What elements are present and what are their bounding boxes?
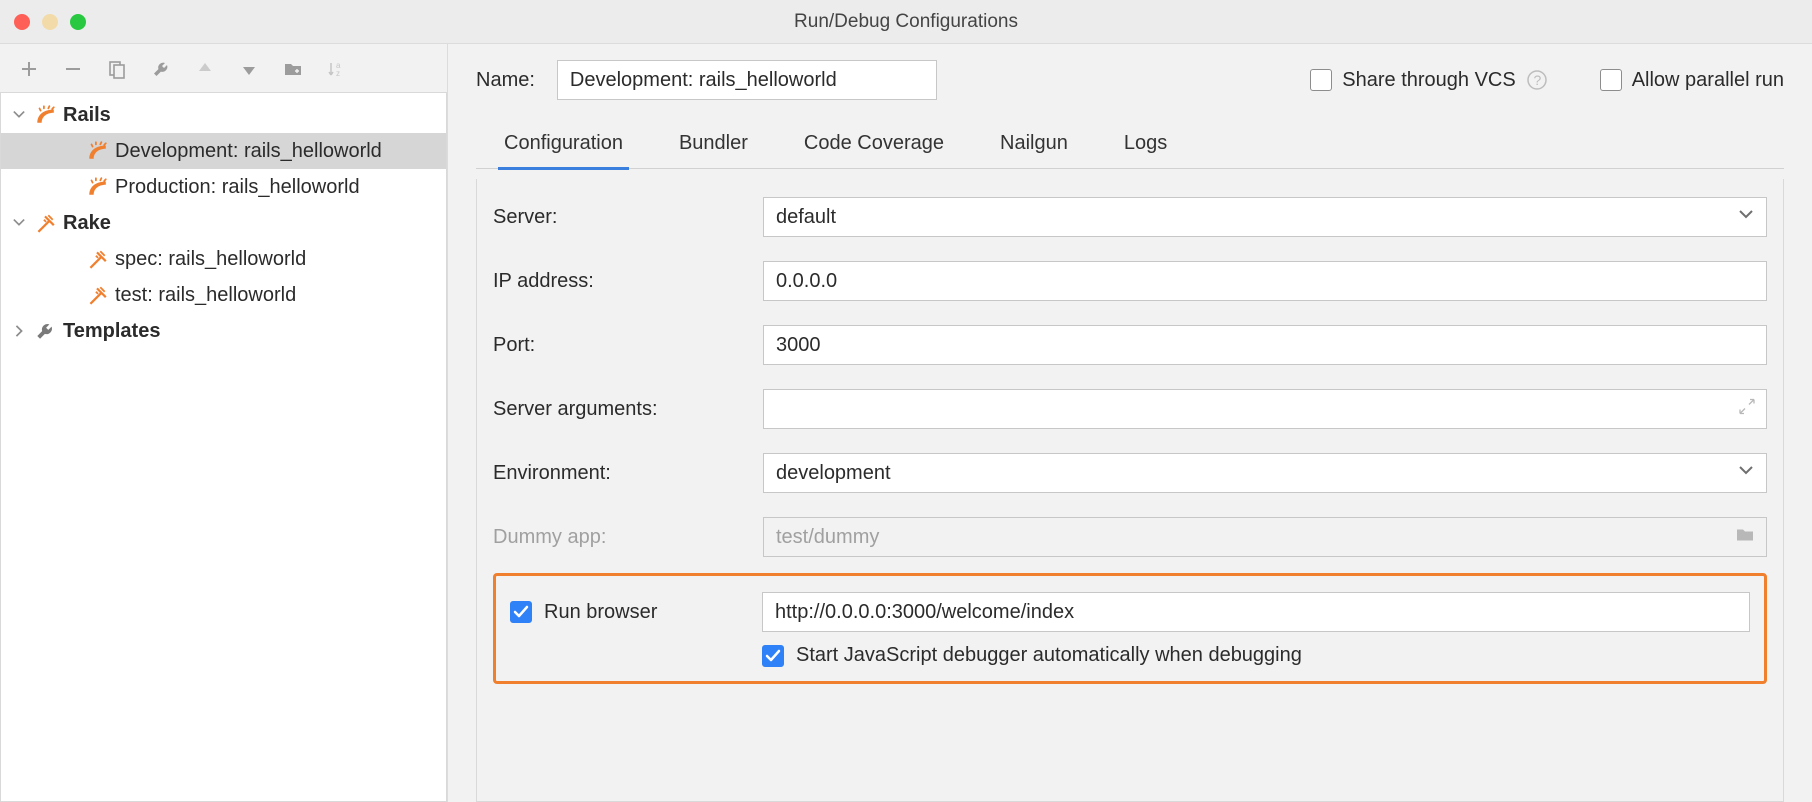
allow-parallel-checkbox[interactable]: Allow parallel run (1600, 69, 1784, 92)
tree-item[interactable]: Rake (1, 205, 446, 241)
port-input[interactable] (763, 325, 1767, 365)
add-config-button[interactable] (18, 58, 40, 80)
tree-item[interactable]: Development: rails_helloworld (1, 133, 446, 169)
server-args-label: Server arguments: (493, 398, 763, 421)
chevron-right-icon[interactable] (11, 325, 27, 337)
wrench-icon (33, 320, 57, 342)
tree-item-label: Templates (63, 320, 160, 343)
tab-bundler[interactable]: Bundler (673, 132, 754, 168)
share-vcs-checkbox[interactable]: Share through VCS (1310, 69, 1547, 92)
sort-button[interactable] (326, 58, 348, 80)
tree-item-label: spec: rails_helloworld (115, 248, 306, 271)
share-vcs-label: Share through VCS (1342, 69, 1515, 92)
rails-icon (85, 176, 109, 198)
allow-parallel-label: Allow parallel run (1632, 69, 1784, 92)
rails-icon (33, 104, 57, 126)
tree-item[interactable]: spec: rails_helloworld (1, 241, 446, 277)
name-label: Name: (476, 69, 535, 92)
folder-icon (1735, 525, 1755, 550)
tree-item[interactable]: Rails (1, 97, 446, 133)
js-debugger-checkbox[interactable] (762, 645, 784, 667)
run-browser-label: Run browser (544, 601, 657, 624)
move-down-button[interactable] (238, 58, 260, 80)
rake-icon (85, 248, 109, 270)
tab-nailgun[interactable]: Nailgun (994, 132, 1074, 168)
move-up-button[interactable] (194, 58, 216, 80)
rake-icon (33, 212, 57, 234)
run-browser-checkbox[interactable] (510, 601, 532, 623)
tree-item[interactable]: Production: rails_helloworld (1, 169, 446, 205)
ip-label: IP address: (493, 270, 763, 293)
expand-icon[interactable] (1739, 399, 1755, 420)
configuration-form: Server: IP address: Port: Server argumen… (476, 179, 1784, 802)
rake-icon (85, 284, 109, 306)
server-label: Server: (493, 206, 763, 229)
tab-logs[interactable]: Logs (1118, 132, 1173, 168)
chevron-down-icon (1739, 207, 1753, 227)
window-title: Run/Debug Configurations (0, 11, 1812, 33)
dummy-app-label: Dummy app: (493, 526, 763, 549)
port-label: Port: (493, 334, 763, 357)
tree-item-label: Rake (63, 212, 111, 235)
new-folder-button[interactable] (282, 58, 304, 80)
run-browser-section: Run browser Start JavaScript debugger au… (493, 573, 1767, 684)
rails-icon (85, 140, 109, 162)
chevron-down-icon[interactable] (11, 217, 27, 229)
name-input[interactable] (557, 60, 937, 100)
tab-configuration[interactable]: Configuration (498, 132, 629, 170)
copy-config-button[interactable] (106, 58, 128, 80)
server-select[interactable] (763, 197, 1767, 237)
environment-select[interactable] (763, 453, 1767, 493)
js-debugger-label: Start JavaScript debugger automatically … (796, 644, 1302, 667)
ip-input[interactable] (763, 261, 1767, 301)
edit-defaults-button[interactable] (150, 58, 172, 80)
checkbox-icon (1600, 69, 1622, 91)
remove-config-button[interactable] (62, 58, 84, 80)
sidebar: RailsDevelopment: rails_helloworld Produc… (0, 44, 448, 802)
chevron-down-icon (1739, 463, 1753, 483)
help-icon[interactable] (1526, 69, 1548, 91)
tree-item[interactable]: test: rails_helloworld (1, 277, 446, 313)
sidebar-toolbar (0, 52, 447, 92)
name-row: Name: Share through VCS Allow parallel r… (476, 60, 1784, 100)
tree-item-label: Production: rails_helloworld (115, 176, 360, 199)
chevron-down-icon[interactable] (11, 109, 27, 121)
checkbox-icon (1310, 69, 1332, 91)
dummy-app-input (763, 517, 1767, 557)
tree-item[interactable]: Templates (1, 313, 446, 349)
tree-item-label: test: rails_helloworld (115, 284, 296, 307)
config-tree[interactable]: RailsDevelopment: rails_helloworld Produc… (0, 92, 447, 802)
main-panel: Name: Share through VCS Allow parallel r… (448, 44, 1812, 802)
tree-item-label: Rails (63, 104, 111, 127)
environment-label: Environment: (493, 462, 763, 485)
tree-item-label: Development: rails_helloworld (115, 140, 382, 163)
run-browser-url-input[interactable] (762, 592, 1750, 632)
tab-code-coverage[interactable]: Code Coverage (798, 132, 950, 168)
tab-bar: Configuration Bundler Code Coverage Nailgun… (476, 110, 1784, 169)
dialog-body: RailsDevelopment: rails_helloworld Produc… (0, 44, 1812, 802)
server-args-input[interactable] (763, 389, 1767, 429)
titlebar: Run/Debug Configurations (0, 0, 1812, 44)
